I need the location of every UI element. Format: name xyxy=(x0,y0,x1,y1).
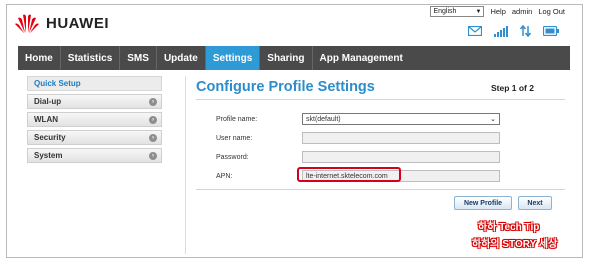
language-select[interactable]: English ▼ xyxy=(430,6,485,17)
nav-sms[interactable]: SMS xyxy=(120,46,157,70)
sidebar-item-label: WLAN xyxy=(34,115,58,124)
chevron-down-icon: ⌄ xyxy=(490,116,496,123)
sidebar: Quick Setup Dial-up › WLAN › Security › … xyxy=(27,76,162,166)
new-profile-button[interactable]: New Profile xyxy=(454,196,512,210)
battery-icon xyxy=(543,26,559,36)
profile-name-label: Profile name: xyxy=(216,116,258,123)
huawei-logo-icon xyxy=(15,14,39,34)
chevron-down-icon: ▼ xyxy=(475,8,482,15)
apn-highlight-box xyxy=(297,167,401,182)
nav-home[interactable]: Home xyxy=(18,46,61,70)
top-links: English ▼ Help admin Log Out xyxy=(430,6,565,17)
sidebar-divider xyxy=(185,76,186,254)
profile-name-value: skt(default) xyxy=(306,115,341,123)
nav-sharing[interactable]: Sharing xyxy=(260,46,313,70)
page-title: Configure Profile Settings xyxy=(196,79,375,95)
sidebar-item-label: System xyxy=(34,151,63,160)
nav-settings[interactable]: Settings xyxy=(205,46,261,70)
sidebar-item-label: Dial-up xyxy=(34,97,62,106)
user-name-label: User name: xyxy=(216,135,253,142)
language-value: English xyxy=(433,8,457,15)
sidebar-item-system[interactable]: System › xyxy=(27,148,162,163)
sidebar-item-label: Quick Setup xyxy=(34,79,81,88)
logout-link[interactable]: Log Out xyxy=(538,7,565,16)
watermark-line-1: 하하 Tech Tip xyxy=(478,222,540,233)
help-link[interactable]: Help xyxy=(490,7,505,16)
divider xyxy=(196,99,565,100)
password-input[interactable] xyxy=(302,151,500,163)
chevron-right-icon: › xyxy=(149,97,157,106)
nav-statistics[interactable]: Statistics xyxy=(61,46,121,70)
chevron-right-icon: › xyxy=(149,115,157,124)
chevron-right-icon: › xyxy=(149,151,157,160)
admin-link[interactable]: admin xyxy=(512,7,532,16)
divider xyxy=(196,189,565,190)
sidebar-item-security[interactable]: Security › xyxy=(27,130,162,145)
step-indicator: Step 1 of 2 xyxy=(491,83,534,93)
data-transfer-icon xyxy=(520,25,531,37)
sidebar-item-wlan[interactable]: WLAN › xyxy=(27,112,162,127)
signal-icon xyxy=(494,25,508,37)
chevron-right-icon: › xyxy=(149,133,157,142)
nav-app-management[interactable]: App Management xyxy=(313,46,410,70)
status-icons xyxy=(468,25,559,37)
mail-icon[interactable] xyxy=(468,26,482,36)
sidebar-item-quick-setup[interactable]: Quick Setup xyxy=(27,76,162,91)
sidebar-item-label: Security xyxy=(34,133,66,142)
password-label: Password: xyxy=(216,154,249,161)
huawei-logo: HUAWEI xyxy=(14,12,109,34)
logo-text: HUAWEI xyxy=(46,14,109,32)
nav-update[interactable]: Update xyxy=(157,46,206,70)
apn-label: APN: xyxy=(216,173,233,180)
watermark-line-2: 하하의 STORY 세상 xyxy=(472,239,558,250)
main-nav: Home Statistics SMS Update Settings Shar… xyxy=(18,46,570,70)
user-name-input[interactable] xyxy=(302,132,500,144)
profile-name-select[interactable]: skt(default) ⌄ xyxy=(302,113,500,125)
sidebar-item-dial-up[interactable]: Dial-up › xyxy=(27,94,162,109)
next-button[interactable]: Next xyxy=(518,196,552,210)
